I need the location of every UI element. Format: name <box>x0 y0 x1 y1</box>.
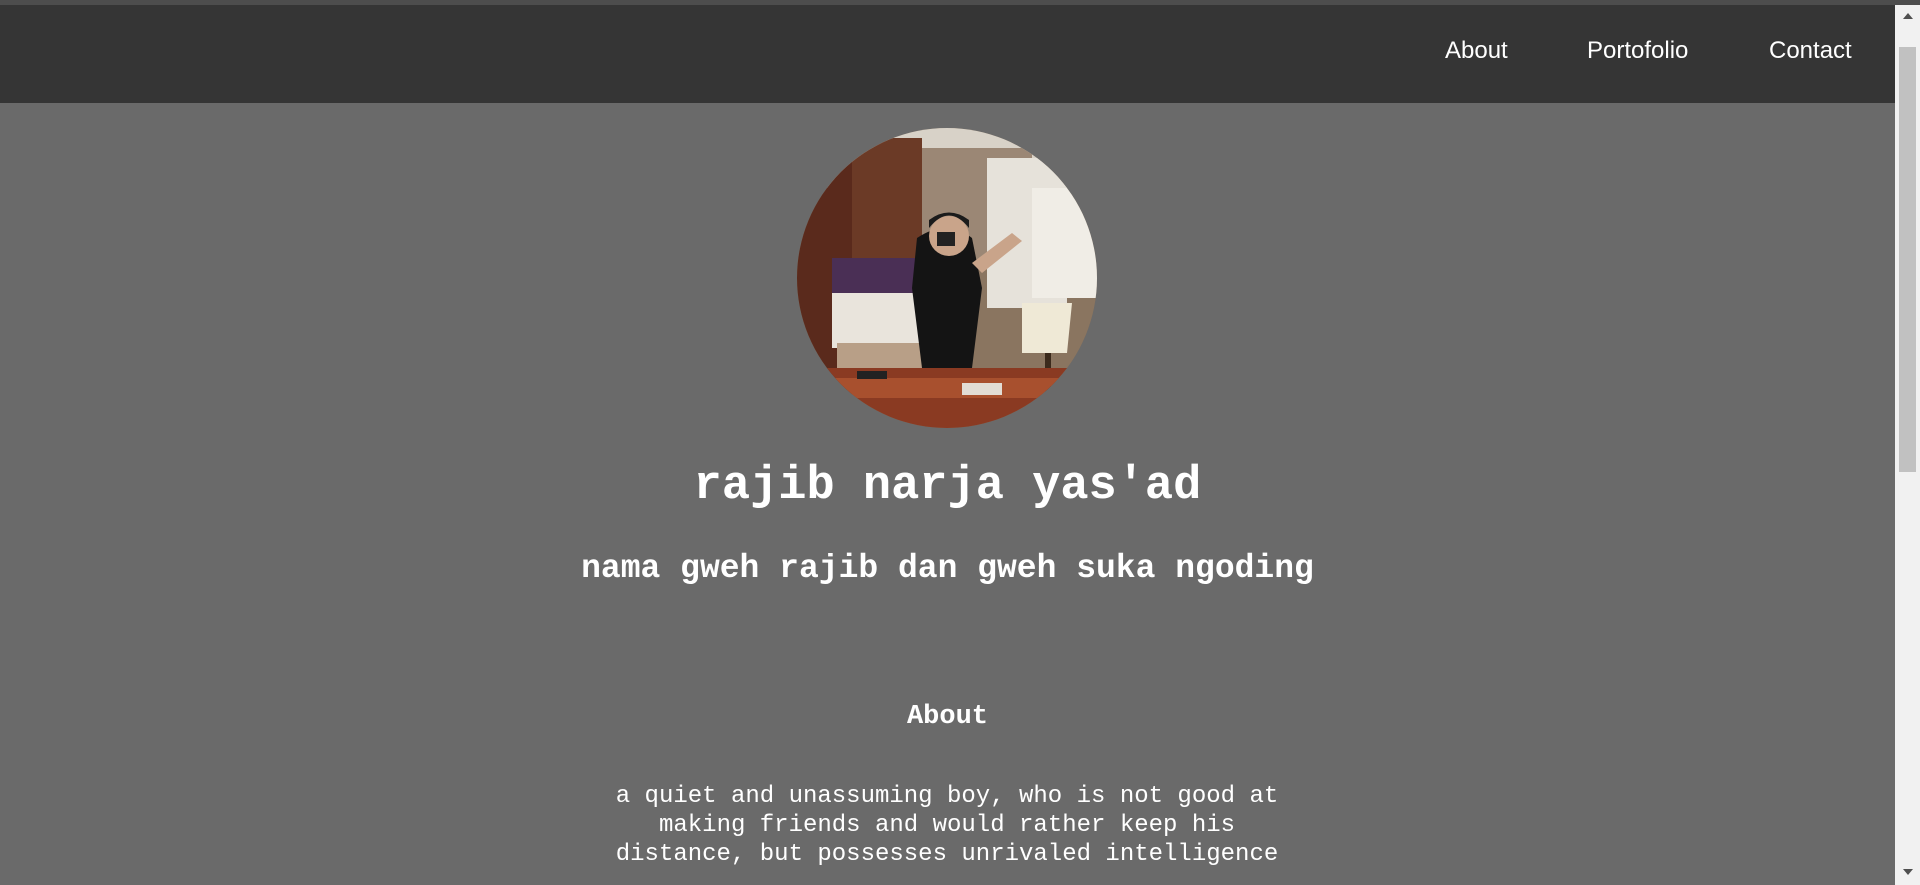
profile-tagline: nama gweh rajib dan gweh suka ngoding <box>581 550 1314 587</box>
profile-name: rajib narja yas'ad <box>693 460 1202 513</box>
about-text: a quiet and unassuming boy, who is not g… <box>615 783 1279 868</box>
navbar: About Portofolio Contact <box>0 5 1895 103</box>
scrollbar-thumb[interactable] <box>1899 47 1916 472</box>
main-content: rajib narja yas'ad nama gweh rajib dan g… <box>0 103 1895 885</box>
about-heading: About <box>906 702 988 732</box>
chevron-down-icon[interactable] <box>1895 865 1920 879</box>
nav-link-portofolio[interactable]: Portofolio <box>1587 37 1688 65</box>
scrollbar[interactable] <box>1895 5 1920 885</box>
page: About Portofolio Contact rajib narja yas… <box>0 0 1920 885</box>
chevron-up-icon[interactable] <box>1895 9 1920 23</box>
avatar <box>797 128 1097 428</box>
nav-link-about[interactable]: About <box>1445 37 1508 65</box>
avatar-photo <box>797 128 1097 428</box>
nav-link-contact[interactable]: Contact <box>1769 37 1852 65</box>
